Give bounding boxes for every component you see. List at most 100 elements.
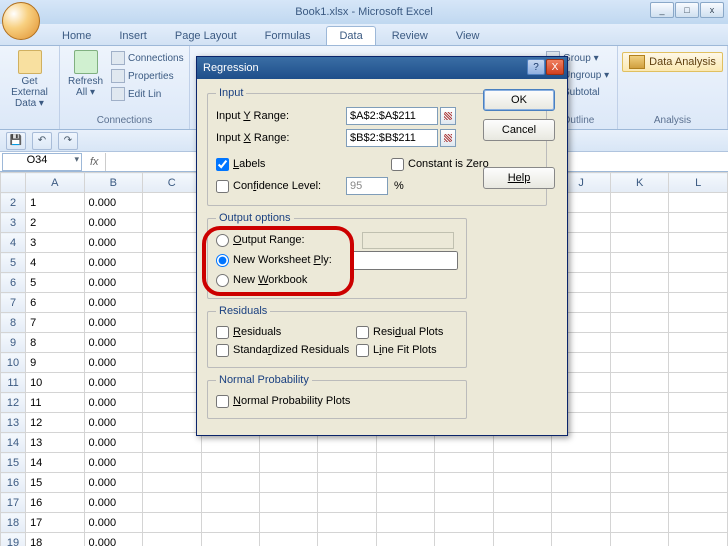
cell[interactable] — [610, 213, 668, 233]
cell[interactable] — [143, 413, 201, 433]
cell[interactable] — [669, 433, 728, 453]
cell[interactable] — [669, 453, 728, 473]
cell[interactable]: 0.000 — [84, 213, 142, 233]
residuals-checkbox[interactable] — [216, 326, 229, 339]
cell[interactable] — [143, 213, 201, 233]
name-box[interactable]: O34 — [2, 153, 82, 171]
cell[interactable] — [493, 453, 551, 473]
cell[interactable] — [610, 293, 668, 313]
cell[interactable] — [435, 453, 493, 473]
cell[interactable] — [610, 533, 668, 546]
cell[interactable]: 11 — [26, 393, 84, 413]
cell[interactable] — [435, 473, 493, 493]
cell[interactable] — [143, 433, 201, 453]
connections-button[interactable]: Connections — [109, 50, 186, 66]
cell[interactable] — [610, 513, 668, 533]
cell[interactable] — [143, 513, 201, 533]
cell[interactable]: 9 — [26, 353, 84, 373]
cell[interactable] — [669, 213, 728, 233]
cell[interactable] — [552, 473, 610, 493]
cell[interactable] — [669, 353, 728, 373]
cell[interactable]: 4 — [26, 253, 84, 273]
row-header[interactable]: 16 — [1, 473, 26, 493]
cell[interactable] — [552, 513, 610, 533]
cell[interactable]: 5 — [26, 273, 84, 293]
new-workbook-radio[interactable] — [216, 274, 229, 287]
cell[interactable] — [669, 313, 728, 333]
cell[interactable]: 0.000 — [84, 193, 142, 213]
cell[interactable] — [610, 453, 668, 473]
tab-view[interactable]: View — [444, 27, 492, 45]
cell[interactable] — [610, 393, 668, 413]
restore-button[interactable]: □ — [675, 2, 699, 18]
cell[interactable]: 0.000 — [84, 313, 142, 333]
cell[interactable] — [260, 513, 318, 533]
row-header[interactable]: 3 — [1, 213, 26, 233]
cell[interactable] — [143, 353, 201, 373]
confidence-level-input[interactable] — [346, 177, 388, 195]
cell[interactable] — [669, 333, 728, 353]
line-fit-plots-checkbox[interactable] — [356, 344, 369, 357]
ok-button[interactable]: OK — [483, 89, 555, 111]
col-header[interactable]: B — [84, 173, 142, 193]
cell[interactable] — [143, 233, 201, 253]
cell[interactable]: 0.000 — [84, 473, 142, 493]
cell[interactable]: 0.000 — [84, 253, 142, 273]
dialog-titlebar[interactable]: Regression ? X — [197, 57, 567, 79]
fx-icon[interactable]: fx — [84, 156, 105, 168]
cell[interactable] — [610, 473, 668, 493]
row-header[interactable]: 6 — [1, 273, 26, 293]
cell[interactable]: 18 — [26, 533, 84, 546]
row-header[interactable]: 13 — [1, 413, 26, 433]
cell[interactable] — [260, 533, 318, 546]
cell[interactable] — [669, 473, 728, 493]
row-header[interactable]: 8 — [1, 313, 26, 333]
row-header[interactable]: 2 — [1, 193, 26, 213]
cell[interactable] — [376, 473, 434, 493]
cell[interactable]: 0.000 — [84, 233, 142, 253]
row-header[interactable]: 5 — [1, 253, 26, 273]
cell[interactable] — [201, 513, 259, 533]
cell[interactable] — [610, 193, 668, 213]
row-header[interactable]: 19 — [1, 533, 26, 546]
cell[interactable]: 13 — [26, 433, 84, 453]
cell[interactable] — [435, 533, 493, 546]
cell[interactable] — [669, 253, 728, 273]
cell[interactable] — [260, 493, 318, 513]
x-range-picker-icon[interactable] — [440, 129, 456, 147]
cell[interactable] — [669, 293, 728, 313]
cell[interactable] — [610, 493, 668, 513]
input-x-range[interactable] — [346, 129, 438, 147]
cell[interactable]: 0.000 — [84, 373, 142, 393]
cell[interactable] — [669, 393, 728, 413]
cell[interactable] — [552, 493, 610, 513]
help-button[interactable]: Help — [483, 167, 555, 189]
dialog-help-button[interactable]: ? — [527, 59, 545, 75]
cell[interactable] — [610, 313, 668, 333]
new-worksheet-ply-radio[interactable] — [216, 254, 229, 267]
row-header[interactable]: 12 — [1, 393, 26, 413]
cell[interactable] — [143, 293, 201, 313]
cell[interactable] — [435, 513, 493, 533]
y-range-picker-icon[interactable] — [440, 107, 456, 125]
properties-button[interactable]: Properties — [109, 68, 186, 84]
cell[interactable] — [201, 453, 259, 473]
close-button[interactable]: x — [700, 2, 724, 18]
cell[interactable] — [143, 373, 201, 393]
output-range-radio[interactable] — [216, 234, 229, 247]
row-header[interactable]: 7 — [1, 293, 26, 313]
cell[interactable]: 2 — [26, 213, 84, 233]
cell[interactable] — [669, 413, 728, 433]
cell[interactable] — [552, 453, 610, 473]
cell[interactable] — [493, 473, 551, 493]
cell[interactable]: 15 — [26, 473, 84, 493]
cell[interactable] — [143, 313, 201, 333]
cell[interactable] — [143, 193, 201, 213]
cell[interactable] — [610, 253, 668, 273]
cell[interactable] — [493, 513, 551, 533]
row-header[interactable]: 18 — [1, 513, 26, 533]
row-header[interactable]: 10 — [1, 353, 26, 373]
cancel-button[interactable]: Cancel — [483, 119, 555, 141]
cell[interactable] — [610, 233, 668, 253]
qat-save-button[interactable]: 💾 — [6, 132, 26, 150]
